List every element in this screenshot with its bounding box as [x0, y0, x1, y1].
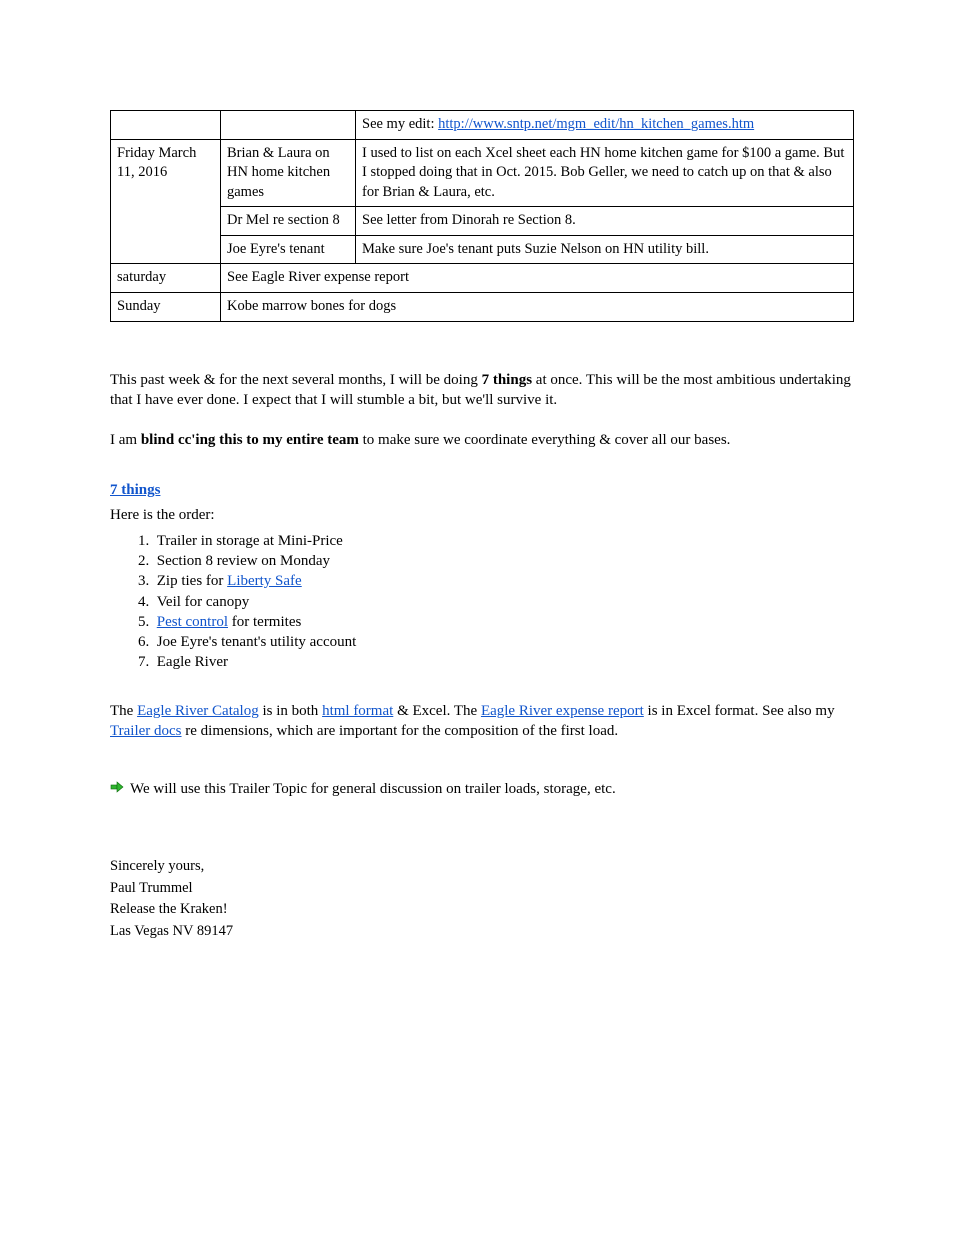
- sig-line: Paul Trummel: [110, 879, 854, 899]
- link-edit-url[interactable]: http://www.sntp.net/mgm_edit/hn_kitchen_…: [438, 116, 754, 132]
- cell-topic: Joe Eyre's tenant: [221, 235, 356, 264]
- link-html-format[interactable]: html format: [322, 703, 393, 719]
- list-item: 1. Trailer in storage at Mini-Price: [138, 531, 854, 551]
- schedule-table: See my edit: http://www.sntp.net/mgm_edi…: [110, 110, 854, 322]
- table-row: saturday See Eagle River expense report: [111, 264, 854, 293]
- sig-line: Sincerely yours,: [110, 857, 854, 877]
- cell-date: [111, 111, 221, 140]
- cell-date: Sunday: [111, 292, 221, 321]
- cell-detail: See my edit: http://www.sntp.net/mgm_edi…: [356, 111, 854, 140]
- list-item: 7. Eagle River: [138, 652, 854, 672]
- list-item: 6. Joe Eyre's tenant's utility account: [138, 632, 854, 652]
- table-row: See my edit: http://www.sntp.net/mgm_edi…: [111, 111, 854, 140]
- link-pest-control[interactable]: Pest control: [157, 614, 228, 630]
- cell-topic: [221, 111, 356, 140]
- cell-detail: Kobe marrow bones for dogs: [221, 292, 854, 321]
- cell-detail: Make sure Joe's tenant puts Suzie Nelson…: [356, 235, 854, 264]
- paragraph: Here is the order:: [110, 505, 854, 525]
- sig-line: Las Vegas NV 89147: [110, 922, 854, 942]
- signature-block: Sincerely yours, Paul Trummel Release th…: [110, 857, 854, 941]
- list-item: 3. Zip ties for Liberty Safe: [138, 571, 854, 591]
- link-7-things[interactable]: 7 things: [110, 482, 160, 498]
- paragraph: The Eagle River Catalog is in both html …: [110, 701, 854, 742]
- list-item: 2. Section 8 review on Monday: [138, 551, 854, 571]
- arrow-right-icon: [110, 780, 124, 794]
- paragraph: This past week & for the next several mo…: [110, 370, 854, 411]
- link-trailer-docs[interactable]: Trailer docs: [110, 723, 182, 739]
- table-row: Friday March 11, 2016 Brian & Laura on H…: [111, 139, 854, 207]
- cell-topic: Dr Mel re section 8: [221, 207, 356, 236]
- list-item: 5. Pest control for termites: [138, 612, 854, 632]
- table-row: Dr Mel re section 8 See letter from Dino…: [111, 207, 854, 236]
- link-liberty-safe[interactable]: Liberty Safe: [227, 573, 302, 589]
- cell-detail: I used to list on each Xcel sheet each H…: [356, 139, 854, 207]
- arrow-note: We will use this Trailer Topic for gener…: [110, 779, 854, 799]
- cell-detail: See Eagle River expense report: [221, 264, 854, 293]
- cell-date: Friday March 11, 2016: [111, 139, 221, 264]
- cell-topic: Brian & Laura on HN home kitchen games: [221, 139, 356, 207]
- table-row: Sunday Kobe marrow bones for dogs: [111, 292, 854, 321]
- table-row: Joe Eyre's tenant Make sure Joe's tenant…: [111, 235, 854, 264]
- cell-detail: See letter from Dinorah re Section 8.: [356, 207, 854, 236]
- paragraph: I am blind cc'ing this to my entire team…: [110, 430, 854, 450]
- section-heading: 7 things: [110, 480, 854, 500]
- link-eagle-expense[interactable]: Eagle River expense report: [481, 703, 644, 719]
- body-content: This past week & for the next several mo…: [110, 370, 854, 942]
- cell-date: saturday: [111, 264, 221, 293]
- sig-line: Release the Kraken!: [110, 900, 854, 920]
- list-item: 4. Veil for canopy: [138, 592, 854, 612]
- link-eagle-catalog[interactable]: Eagle River Catalog: [137, 703, 259, 719]
- arrow-note-text: We will use this Trailer Topic for gener…: [130, 779, 616, 799]
